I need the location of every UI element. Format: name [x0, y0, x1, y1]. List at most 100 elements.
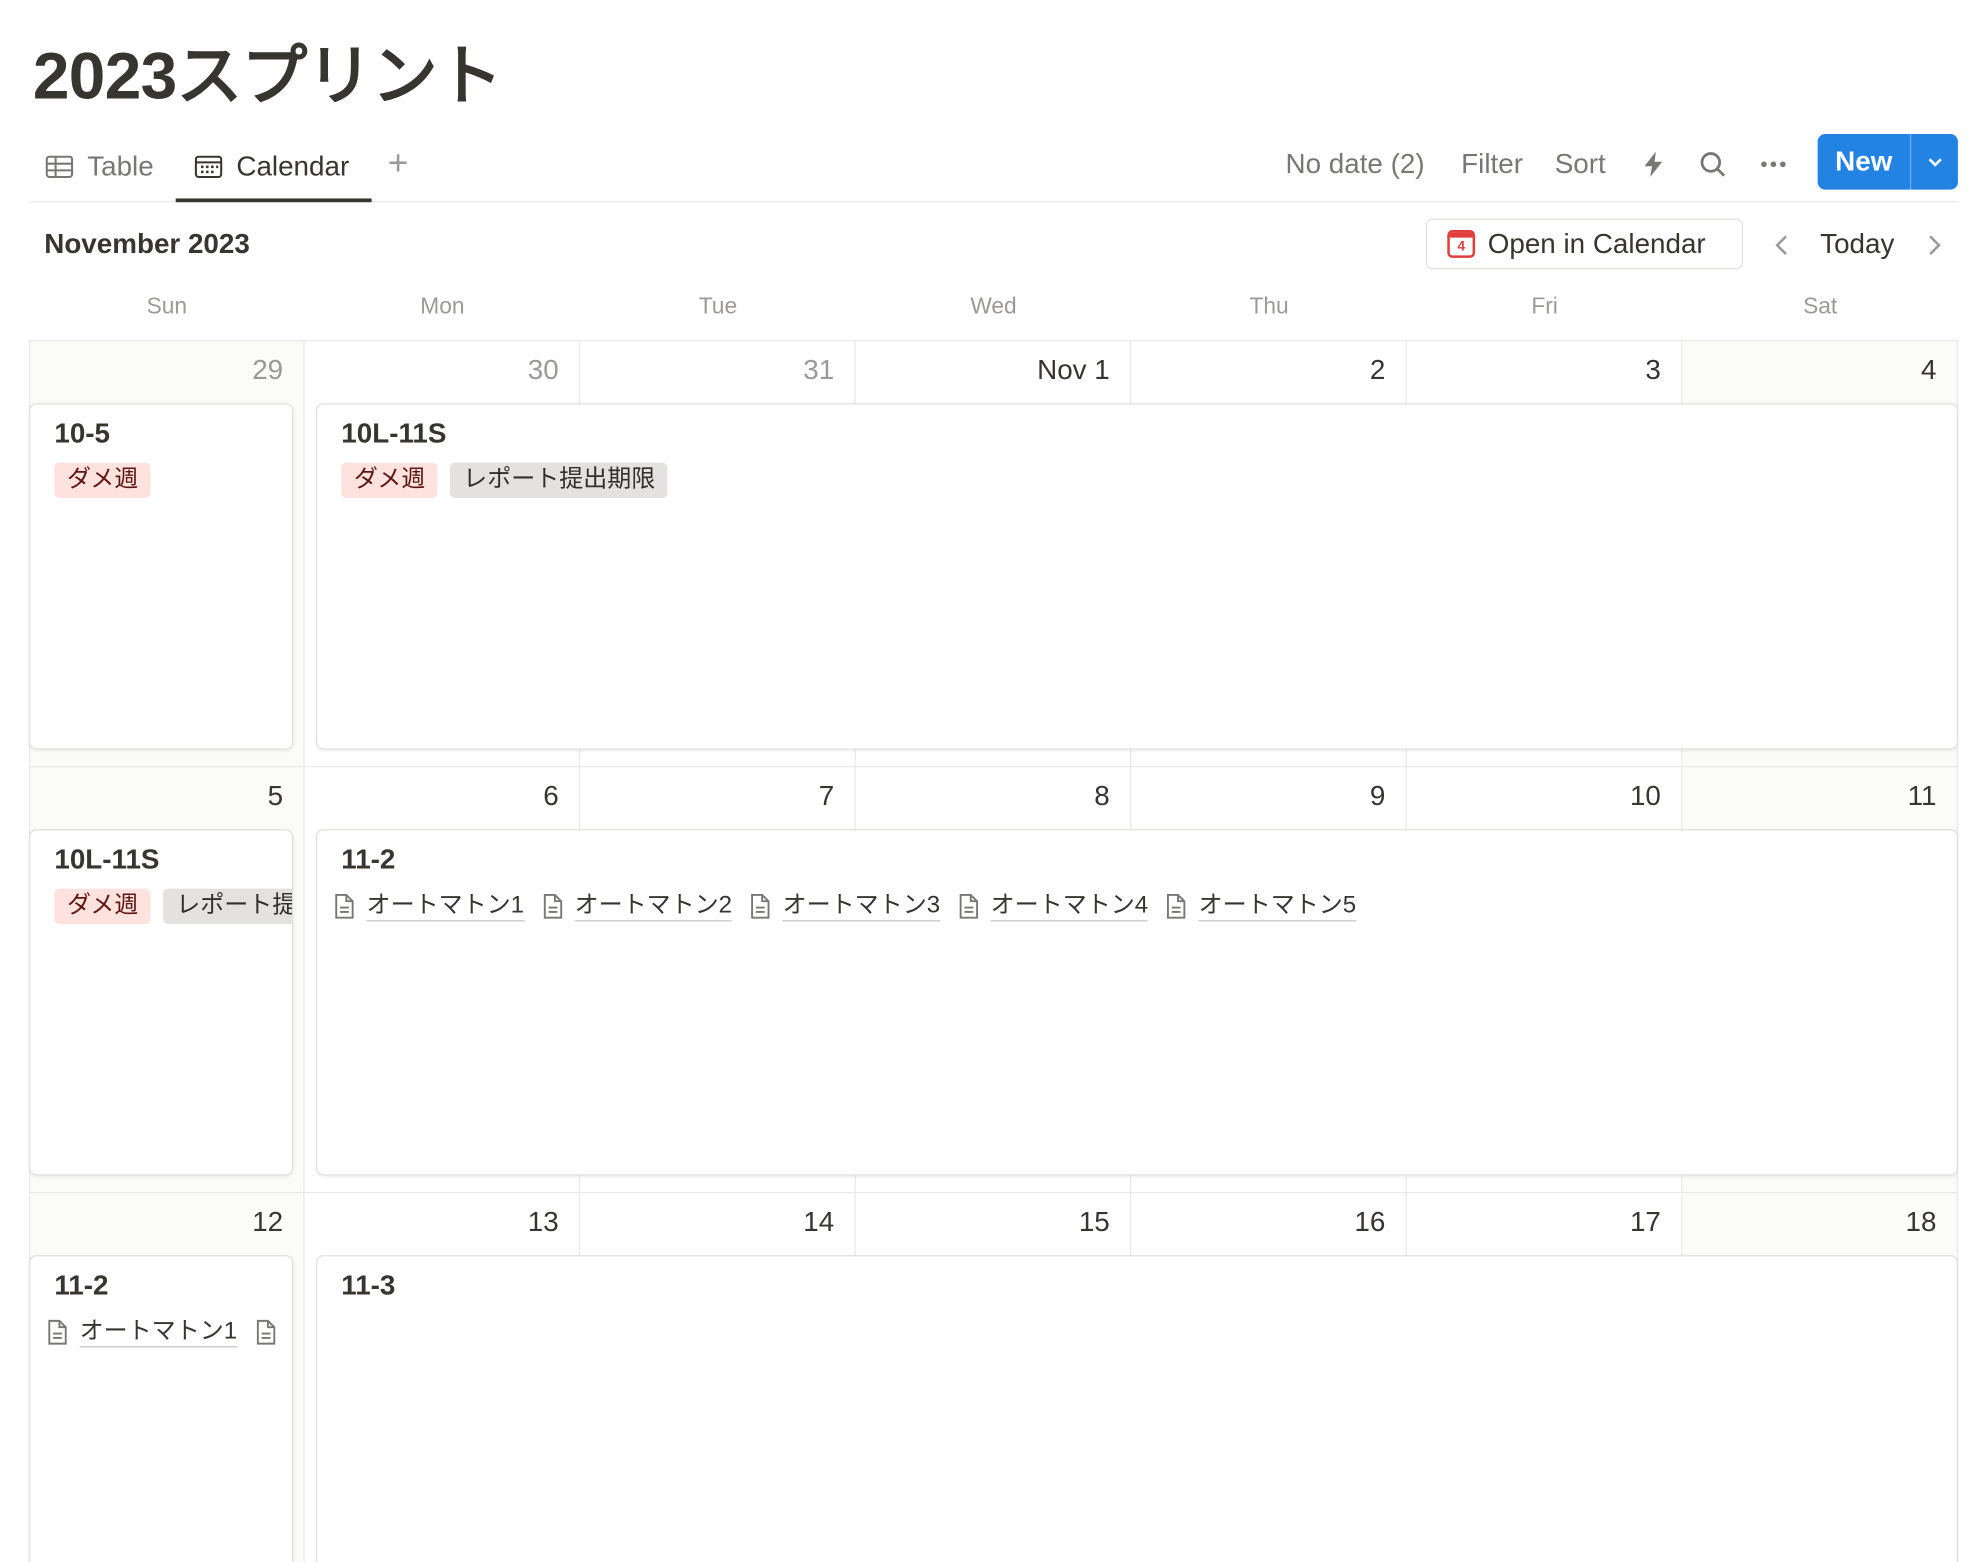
event-card[interactable]: 10L-11S ダメ週 レポート提: [29, 829, 294, 1176]
day-number: 9: [1369, 779, 1386, 812]
table-icon: [45, 155, 74, 178]
sort-button[interactable]: Sort: [1555, 142, 1606, 188]
page-icon: [48, 1319, 67, 1345]
calendar-icon: [194, 155, 223, 178]
weekday-sun: Sun: [146, 293, 188, 319]
page-icon: [543, 893, 562, 919]
relation-link[interactable]: オートマトン2: [539, 889, 733, 924]
weekday-tue: Tue: [698, 293, 738, 319]
day-number: 3: [1645, 353, 1661, 386]
event-card[interactable]: 11-3: [316, 1255, 1958, 1562]
tag-bad-week: ダメ週: [341, 462, 438, 499]
day-number: 15: [1078, 1205, 1110, 1238]
relation-label: オートマトン4: [990, 892, 1149, 921]
tag-report-deadline: レポート提出期限: [450, 462, 668, 499]
event-card[interactable]: 11-2 オートマトン1: [29, 1255, 294, 1562]
calendar-app-icon: 4: [1447, 230, 1476, 258]
relation-link[interactable]: オートマトン4: [955, 889, 1149, 924]
tab-calendar[interactable]: Calendar: [193, 142, 349, 193]
weekday-wed: Wed: [970, 293, 1017, 319]
day-number: 7: [818, 779, 835, 812]
calendar-week: 12 13 14 15 16 17 18 11-2 オートマトン1 11-3: [29, 1191, 1958, 1562]
open-in-calendar-label: Open in Calendar: [1487, 227, 1706, 260]
filter-label: Filter: [1461, 147, 1523, 180]
tab-table-label: Table: [87, 150, 154, 183]
search-icon: [1700, 152, 1726, 177]
page-icon: [256, 1319, 275, 1345]
more-icon: [1761, 161, 1786, 168]
page-icon: [1167, 893, 1186, 919]
event-title: 10L-11S: [341, 417, 447, 449]
weekday-thu: Thu: [1249, 293, 1289, 319]
day-number: 18: [1905, 1205, 1937, 1238]
event-title: 11-3: [341, 1269, 396, 1301]
day-number: 13: [527, 1205, 559, 1238]
view-tabs: Table Calendar +: [29, 131, 1958, 203]
day-number: 5: [267, 779, 284, 812]
chevron-left-icon: [1775, 235, 1787, 255]
active-tab-indicator: [175, 198, 372, 203]
next-month-button[interactable]: [1919, 228, 1949, 263]
event-tags: ダメ週 レポート提出期限: [341, 462, 668, 499]
event-title: 11-2: [341, 843, 396, 875]
day-number: 30: [527, 353, 559, 386]
relation-link[interactable]: オートマトン1: [331, 889, 525, 924]
tab-table[interactable]: Table: [44, 142, 154, 193]
event-relations: オートマトン1 オートマトン2 オートマトン3 オートマトン4 オートマトン5: [331, 889, 1357, 924]
relation-label: オートマトン1: [366, 892, 525, 921]
page-icon: [751, 893, 770, 919]
tab-calendar-label: Calendar: [236, 150, 350, 183]
chevron-right-icon: [1929, 235, 1941, 255]
tag-report-deadline: レポート提: [163, 888, 292, 924]
event-card[interactable]: 10-5 ダメ週: [29, 403, 294, 750]
page-title: 2023スプリント: [32, 40, 503, 114]
weekday-mon: Mon: [420, 293, 465, 319]
new-button-label: New: [1835, 145, 1893, 177]
relation-link[interactable]: オートマトン3: [747, 889, 941, 924]
page-icon: [335, 893, 354, 919]
no-date-button[interactable]: No date (2): [1285, 142, 1424, 188]
add-view-button[interactable]: +: [383, 143, 413, 184]
event-card[interactable]: 10L-11S ダメ週 レポート提出期限: [316, 403, 1958, 750]
relation-link[interactable]: [252, 1315, 277, 1350]
event-title: 10-5: [54, 417, 111, 449]
search-button[interactable]: [1698, 142, 1728, 188]
today-button[interactable]: Today: [1820, 228, 1894, 261]
no-date-label: No date (2): [1285, 147, 1425, 180]
lightning-icon: [1644, 151, 1663, 177]
event-card[interactable]: 11-2 オートマトン1 オートマトン2 オートマトン3 オートマトン4 オートマトン5: [316, 829, 1958, 1176]
filter-button[interactable]: Filter: [1461, 142, 1523, 188]
day-number: 29: [252, 353, 284, 386]
day-number: 10: [1629, 779, 1661, 812]
calendar-week: 29 30 31 Nov 1 2 3 4 10-5 ダメ週 10L-11S ダメ週 レポート提出期限: [29, 340, 1958, 766]
new-dropdown-toggle[interactable]: [1911, 134, 1958, 190]
day-number: 31: [803, 353, 835, 386]
weekday-sat: Sat: [1803, 293, 1838, 319]
event-tags: ダメ週 レポート提: [54, 888, 292, 924]
day-number: 6: [543, 779, 559, 812]
event-tags: ダメ週: [54, 462, 151, 499]
tag-bad-week: ダメ週: [54, 888, 151, 924]
more-options-button[interactable]: [1758, 142, 1788, 188]
relation-label: オートマトン1: [79, 1318, 238, 1347]
month-label: November 2023: [44, 227, 250, 260]
event-title: 11-2: [54, 1269, 109, 1301]
weekday-fri: Fri: [1531, 293, 1558, 319]
day-number: 2: [1369, 353, 1386, 386]
open-in-calendar-button[interactable]: 4 Open in Calendar: [1425, 218, 1744, 270]
tag-bad-week: ダメ週: [54, 462, 151, 499]
automation-button[interactable]: [1638, 142, 1668, 188]
relation-link[interactable]: オートマトン5: [1163, 889, 1357, 924]
previous-month-button[interactable]: [1767, 228, 1797, 263]
relation-label: オートマトン3: [782, 892, 941, 921]
day-number: 11: [1907, 779, 1937, 812]
event-relations: オートマトン1: [44, 1315, 277, 1350]
day-number: 17: [1629, 1205, 1661, 1238]
calendar-view: 2023スプリント Table Calendar + No date (2) F…: [0, 0, 1972, 1562]
day-number: 4: [1920, 353, 1937, 386]
relation-link[interactable]: オートマトン1: [44, 1315, 238, 1350]
relation-label: オートマトン2: [574, 892, 733, 921]
day-number: 14: [803, 1205, 835, 1238]
day-number: 12: [252, 1205, 284, 1238]
new-button[interactable]: New: [1817, 133, 1958, 190]
